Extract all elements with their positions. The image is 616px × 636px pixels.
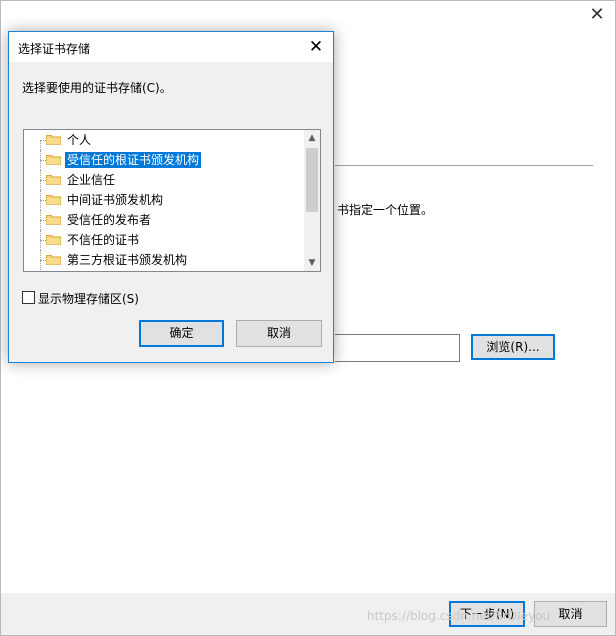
store-path-input[interactable] (335, 334, 460, 362)
folder-icon (46, 135, 61, 145)
tree-item-label: 不信任的证书 (67, 233, 140, 247)
certificate-store-tree[interactable]: 个人受信任的根证书颁发机构 企业信任中间证书颁发机构 受信任的发布者 不信任的证书第三… (23, 129, 321, 272)
browse-button[interactable]: 浏览(R)... (471, 334, 555, 360)
select-certificate-store-dialog: 选择证书存储 ✕ 选择要使用的证书存储(C)。 个人受信任的根证书颁发机构 企业信… (8, 31, 334, 363)
wizard-footer: 下一步(N) 取消 (1, 593, 615, 635)
tree-item[interactable]: 中间证书颁发机构 (24, 190, 306, 210)
dialog-titlebar[interactable]: 选择证书存储 ✕ (9, 32, 333, 62)
close-icon[interactable]: ✕ (305, 36, 327, 58)
tree-item-label: 受信任的发布者 (67, 213, 152, 227)
folder-icon (46, 215, 61, 225)
tree-item[interactable]: 受信任的发布者 (24, 210, 306, 230)
cancel-button[interactable]: 取消 (236, 320, 322, 347)
tree-list: 个人受信任的根证书颁发机构 企业信任中间证书颁发机构 受信任的发布者 不信任的证书第三… (24, 130, 306, 270)
tree-item[interactable]: 企业信任 (24, 170, 306, 190)
tree-scrollbar[interactable]: ▲ ▼ (304, 130, 320, 271)
folder-icon (46, 155, 61, 165)
tree-item-label: 企业信任 (67, 173, 116, 187)
show-physical-stores-checkbox[interactable] (22, 291, 35, 304)
folder-icon (46, 235, 61, 245)
dialog-title: 选择证书存储 (18, 42, 91, 56)
folder-icon (46, 175, 61, 185)
scrollbar-thumb[interactable] (306, 148, 318, 212)
tree-item-label: 受信任的根证书颁发机构 (65, 152, 202, 168)
show-physical-stores-label: 显示物理存储区(S) (38, 292, 139, 306)
wizard-description: 书指定一个位置。 (337, 203, 434, 217)
tree-item[interactable]: 第三方根证书颁发机构 (24, 250, 306, 270)
next-button[interactable]: 下一步(N) (449, 601, 525, 627)
tree-item[interactable]: 个人 (24, 130, 306, 150)
folder-icon (46, 195, 61, 205)
chevron-down-icon[interactable]: ▼ (304, 255, 320, 271)
tree-item[interactable]: 不信任的证书 (24, 230, 306, 250)
tree-item-label: 个人 (67, 133, 92, 147)
tree-item-label: 第三方根证书颁发机构 (67, 253, 188, 267)
folder-icon (46, 255, 61, 265)
wizard-separator (335, 165, 593, 166)
tree-connector (40, 140, 41, 150)
wizard-cancel-button[interactable]: 取消 (534, 601, 607, 627)
chevron-up-icon[interactable]: ▲ (304, 130, 320, 146)
ok-button[interactable]: 确定 (139, 320, 224, 347)
dialog-prompt: 选择要使用的证书存储(C)。 (22, 81, 172, 95)
tree-item-label: 中间证书颁发机构 (67, 193, 164, 207)
tree-item[interactable]: 受信任的根证书颁发机构 (24, 150, 306, 170)
wizard-close-icon[interactable]: ✕ (587, 5, 607, 25)
